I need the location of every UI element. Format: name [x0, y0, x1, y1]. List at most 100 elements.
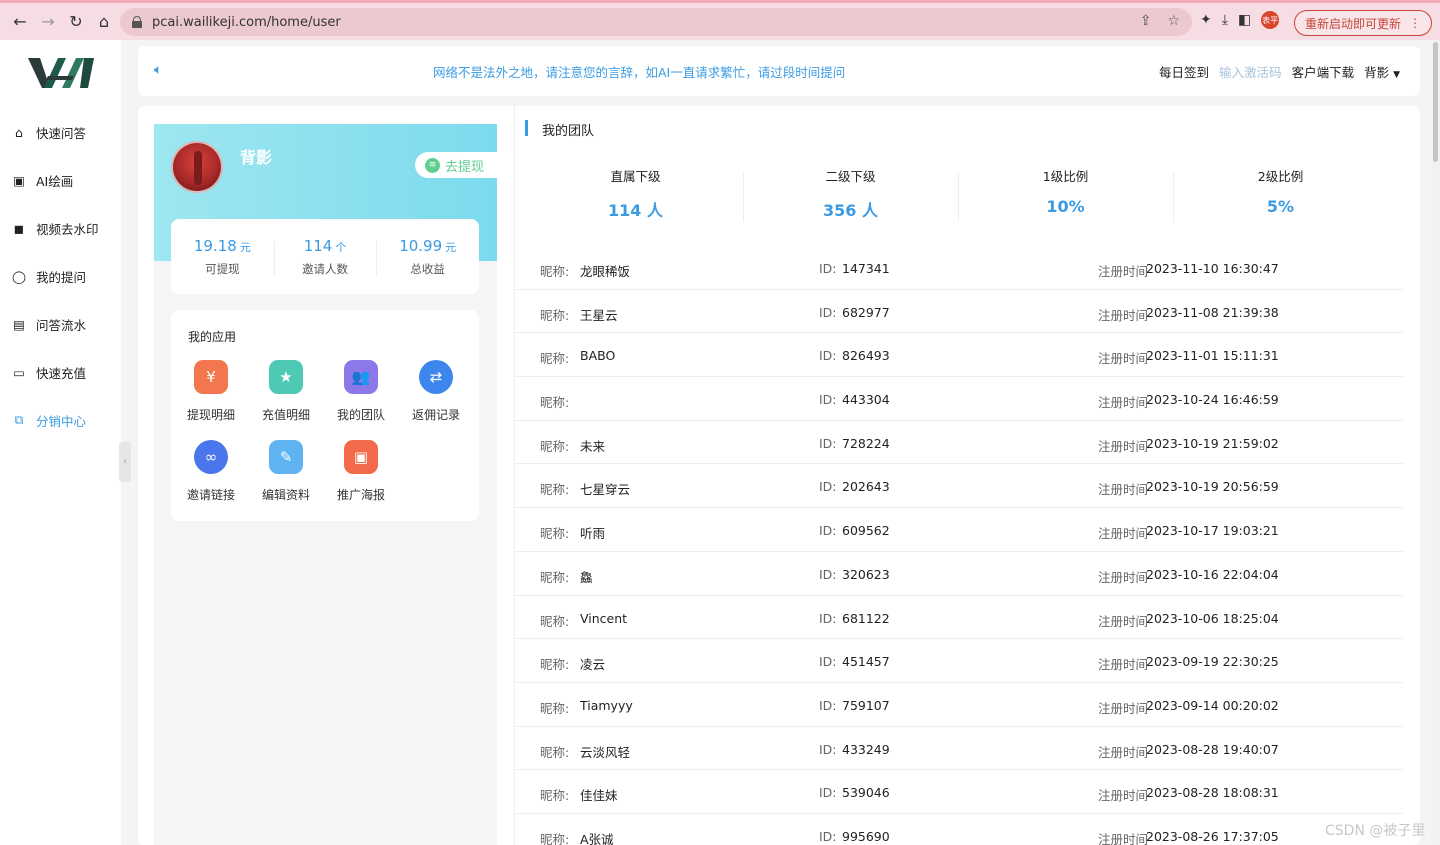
- rebate-record-icon: ⇄: [419, 360, 453, 394]
- activation-code-link[interactable]: 输入激活码: [1219, 62, 1282, 81]
- notice-bar: 🔈︎ 网络不是法外之地，请注意您的言辞，如AI一直请求繁忙，请过段时间提问 每日…: [138, 46, 1420, 96]
- reload-icon[interactable]: ↻: [62, 8, 90, 36]
- sidebar-item-0[interactable]: ⌂ 快速问答: [10, 120, 86, 144]
- id-label: ID:: [819, 828, 837, 844]
- member-id: 451457: [842, 654, 890, 670]
- app-label: 推广海报: [336, 488, 385, 502]
- nickname-label: 昵称:: [540, 351, 570, 367]
- member-id: 443304: [842, 392, 890, 408]
- back-icon[interactable]: ←: [6, 8, 34, 36]
- sidebar-item-label: 视频去水印: [36, 221, 99, 237]
- sidebar-item-label: 快速问答: [36, 125, 87, 141]
- watermark: CSDN @被子里: [1325, 823, 1426, 839]
- apps-card: 我的应用 ¥ 提现明细 ★ 充值明细 👥 我的团队 ⇄ 返佣记录 ∞ 邀请链接 ✎ 编辑资料 ▣ 推广海报: [171, 310, 479, 521]
- nickname: 凌云: [580, 657, 606, 673]
- profile-avatar[interactable]: 表平: [1261, 11, 1280, 29]
- member-id: 759107: [842, 697, 890, 713]
- download-icon[interactable]: ⤓: [1222, 12, 1228, 28]
- sidebar-item-3[interactable]: ◯ 我的提问: [10, 264, 86, 288]
- nickname-label: 昵称:: [540, 482, 570, 498]
- sidebar-collapse-handle[interactable]: ‹: [119, 442, 131, 482]
- main-panel: 背影 ≡ 去提现 19.18 元可提现 114 个邀请人数 10.99 元总收益 我的应用…: [138, 106, 1420, 845]
- sidebar-item-label: 分销中心: [36, 413, 87, 429]
- register-time: 2023-11-08 21:39:38: [1146, 304, 1279, 320]
- register-time-label: 注册时间: [1098, 351, 1149, 367]
- register-time-label: 注册时间: [1098, 264, 1149, 279]
- extensions-icon[interactable]: ✦: [1200, 12, 1212, 28]
- id-label: ID:: [819, 697, 837, 713]
- nickname-label: 昵称:: [540, 307, 570, 323]
- page-scrollbar[interactable]: [1431, 40, 1440, 845]
- register-time-label: 注册时间: [1098, 395, 1149, 411]
- id-label: ID:: [819, 610, 837, 626]
- id-label: ID:: [819, 654, 837, 670]
- table-row: 昵称: Vincent ID: 681122 注册时间 2023-10-06 18:25:…: [515, 596, 1403, 640]
- daily-checkin-link[interactable]: 每日签到: [1159, 62, 1209, 81]
- table-row: 昵称: 鱻 ID: 320623 注册时间 2023-10-16 22:04:04: [515, 552, 1403, 596]
- app-edit-profile[interactable]: ✎ 编辑资料: [254, 440, 318, 503]
- nickname-label: 昵称:: [540, 264, 570, 279]
- client-download-link[interactable]: 客户端下载: [1292, 62, 1355, 81]
- apps-title: 我的应用: [188, 330, 237, 344]
- sidebar-item-5[interactable]: ▭ 快速充值: [10, 360, 86, 384]
- app-poster[interactable]: ▣ 推广海报: [329, 440, 393, 503]
- update-button[interactable]: 重新启动即可更新 ⋮: [1293, 10, 1432, 36]
- table-row: 昵称: 七星穿云 ID: 202643 注册时间 2023-10-19 20:56:59: [515, 464, 1403, 509]
- stat-item: 10.99 元总收益: [376, 237, 479, 277]
- register-time: 2023-09-14 00:20:02: [1146, 697, 1279, 713]
- team-member-list: 昵称: 龙眼稀饭 ID: 147341 注册时间 2023-11-10 16:30:47 昵…: [515, 246, 1403, 845]
- link-icon: ∞: [194, 440, 228, 474]
- forward-icon[interactable]: →: [34, 8, 62, 36]
- app-withdraw-detail[interactable]: ¥ 提现明细: [179, 360, 243, 423]
- update-label: 重新启动即可更新: [1304, 16, 1401, 31]
- member-id: 681122: [842, 610, 890, 626]
- sidebar-item-label: 我的提问: [36, 269, 87, 285]
- sidebar-item-label: 快速充值: [36, 365, 87, 381]
- address-bar[interactable]: pcai.wailikeji.com/home/user ⇪ ☆: [120, 8, 1192, 36]
- withdraw-button[interactable]: ≡ 去提现: [415, 152, 497, 178]
- member-id: 539046: [842, 785, 890, 801]
- avatar[interactable]: [171, 141, 223, 193]
- register-time: 2023-10-06 18:25:04: [1146, 610, 1279, 626]
- home-browser-icon[interactable]: ⌂: [90, 8, 118, 36]
- user-menu[interactable]: 背影 ▼: [1364, 62, 1400, 81]
- sidebar-item-label: 问答流水: [36, 317, 87, 333]
- bookmark-star-icon[interactable]: ☆: [1167, 13, 1180, 29]
- username: 背影: [240, 148, 273, 167]
- app-rebate-record[interactable]: ⇄ 返佣记录: [404, 360, 468, 423]
- nickname: 佳佳妹: [580, 788, 618, 804]
- nickname: Tiamyyy: [580, 697, 633, 713]
- side-panel-icon[interactable]: ◧: [1238, 12, 1251, 28]
- sidebar-item-label: AI绘画: [36, 173, 74, 189]
- app-label: 充值明细: [261, 408, 310, 422]
- summary-value: 5%: [1266, 197, 1295, 216]
- register-time: 2023-08-28 19:40:07: [1146, 741, 1279, 757]
- register-time-label: 注册时间: [1098, 788, 1149, 804]
- summary-cell: 1级比例 10%: [958, 166, 1173, 222]
- register-time-label: 注册时间: [1098, 657, 1149, 673]
- id-label: ID:: [819, 348, 837, 364]
- register-time: 2023-09-19 22:30:25: [1146, 654, 1279, 670]
- id-label: ID:: [819, 261, 837, 276]
- sidebar-item-2[interactable]: ◼ 视频去水印: [10, 216, 99, 240]
- share-page-icon[interactable]: ⇪: [1140, 13, 1152, 29]
- video-camera-icon: ◼: [13, 220, 25, 236]
- caret-down-icon: ▼: [1393, 70, 1400, 80]
- member-id: 826493: [842, 348, 890, 364]
- sidebar-item-4[interactable]: ▤ 问答流水: [10, 312, 86, 336]
- summary-value: 10%: [1046, 197, 1085, 216]
- register-time-label: 注册时间: [1098, 831, 1149, 845]
- sidebar-item-6[interactable]: ⧉ 分销中心: [10, 408, 86, 432]
- app-link[interactable]: ∞ 邀请链接: [179, 440, 243, 503]
- summary-label: 二级下级: [825, 169, 876, 184]
- app-recharge-detail[interactable]: ★ 充值明细: [254, 360, 318, 423]
- scroll-thumb[interactable]: [1433, 42, 1438, 162]
- app-label: 返佣记录: [411, 408, 460, 422]
- nickname: 云淡风轻: [580, 744, 631, 760]
- register-time: 2023-10-16 22:04:04: [1146, 566, 1279, 582]
- id-label: ID:: [819, 785, 837, 801]
- sidebar-item-1[interactable]: ▣ AI绘画: [10, 168, 73, 192]
- app-team[interactable]: 👥 我的团队: [329, 360, 393, 423]
- stat-label: 可提现: [205, 261, 240, 276]
- table-row: 昵称: 未来 ID: 728224 注册时间 2023-10-19 21:59:02: [515, 421, 1403, 465]
